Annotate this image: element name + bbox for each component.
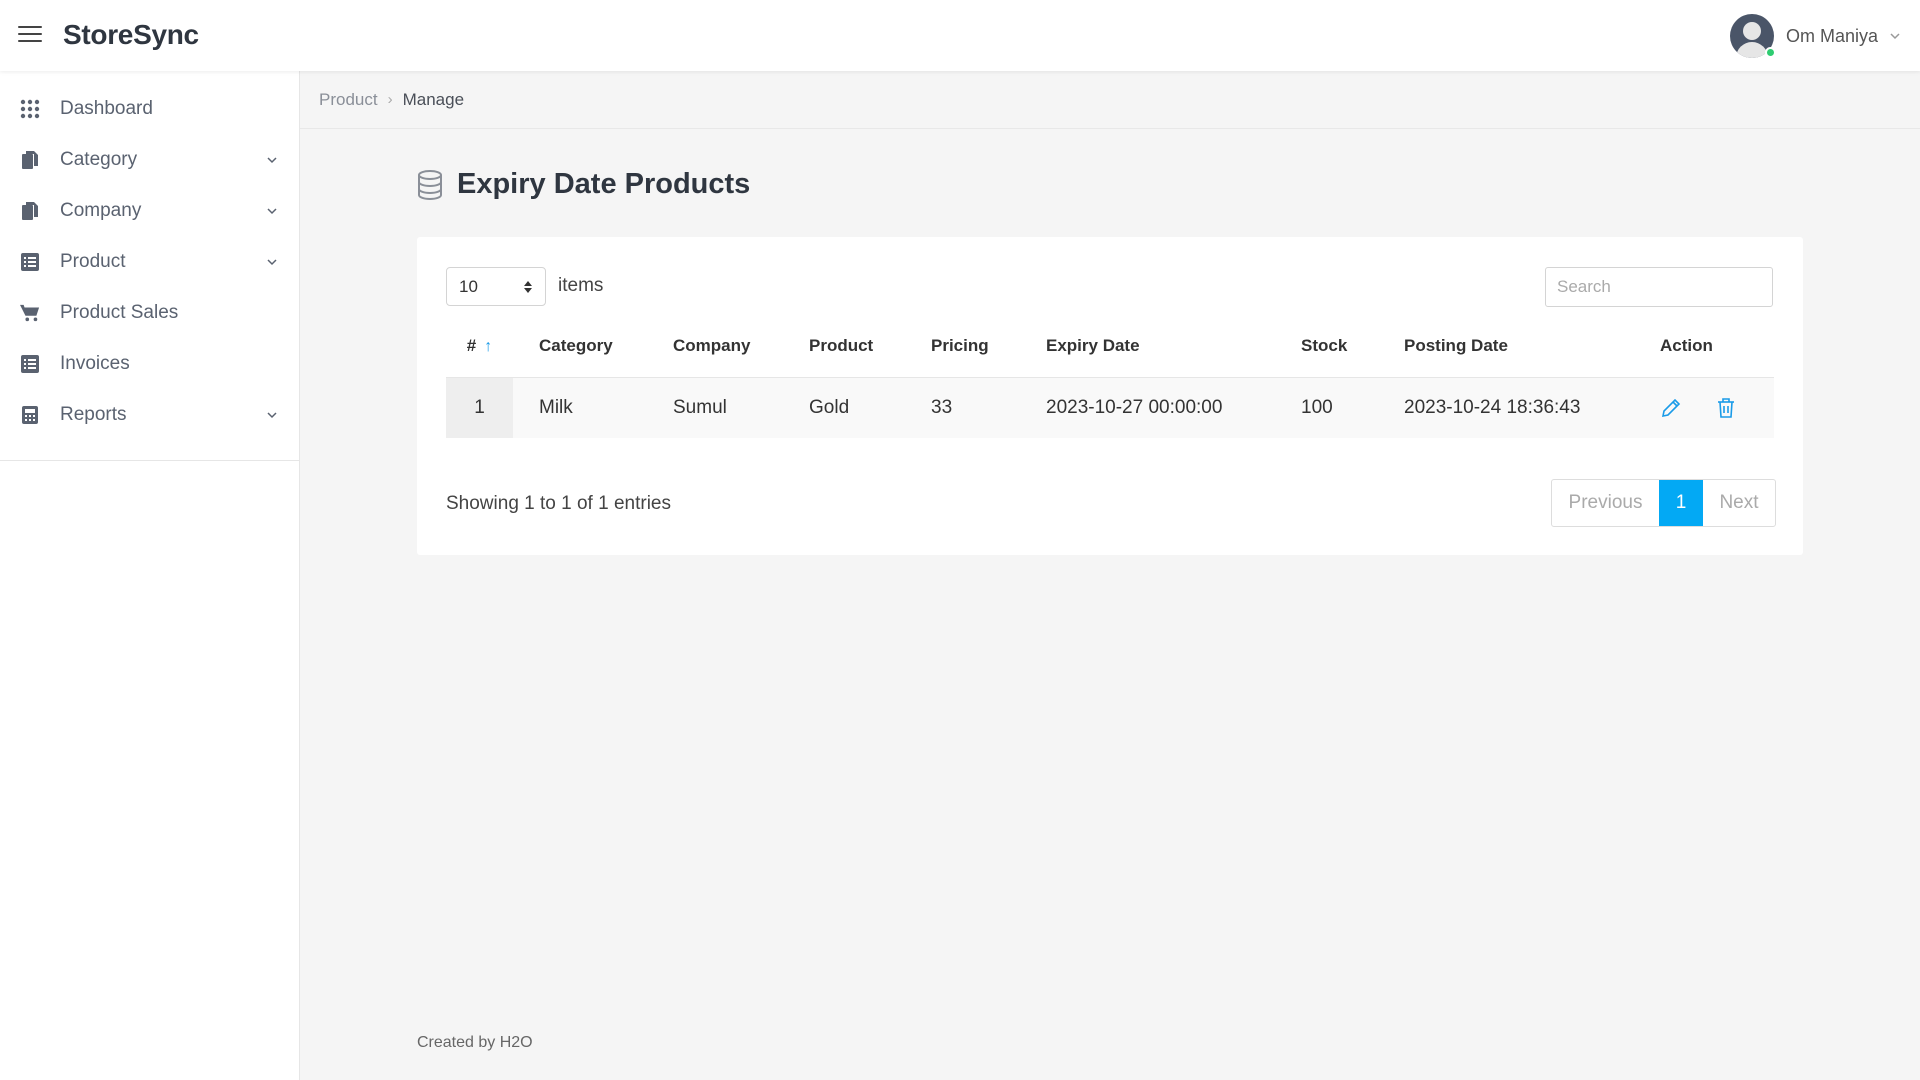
sidebar-item-product-sales[interactable]: Product Sales xyxy=(0,287,299,338)
sidebar-nav: Dashboard Category Company Product Produ… xyxy=(0,71,299,461)
sidebar-item-label: Reports xyxy=(60,403,127,425)
trash-icon xyxy=(1718,397,1734,418)
sidebar-item-label: Company xyxy=(60,199,142,221)
footer: Created by H2O xyxy=(417,1034,533,1052)
next-page-button[interactable]: Next xyxy=(1703,480,1775,526)
sidebar-item-invoices[interactable]: Invoices xyxy=(0,338,299,389)
sort-ascending-icon: ↑ xyxy=(484,338,493,356)
sidebar-item-label: Category xyxy=(60,148,138,170)
cell-product: Gold xyxy=(809,396,850,418)
sidebar-item-label: Product xyxy=(60,250,126,272)
pagination: Previous 1 Next xyxy=(1551,479,1776,527)
items-label: items xyxy=(558,275,604,296)
chevron-down-icon xyxy=(267,207,277,214)
column-header-num[interactable]: # ↑ xyxy=(446,316,513,378)
pencil-icon xyxy=(1661,398,1681,417)
sidebar-item-label: Invoices xyxy=(60,352,130,374)
table-header-row: # ↑ Category Company Product Pricing Expi… xyxy=(446,316,1774,378)
edit-button[interactable] xyxy=(1660,397,1682,419)
breadcrumb-separator-icon: › xyxy=(387,91,393,108)
list-icon xyxy=(20,252,40,272)
column-header-stock[interactable]: Stock xyxy=(1275,316,1378,378)
column-header-product[interactable]: Product xyxy=(783,316,905,378)
cell-category: Milk xyxy=(539,396,573,418)
breadcrumb-product-link[interactable]: Product xyxy=(319,90,378,110)
chevron-down-icon xyxy=(1890,33,1900,40)
page-1-button[interactable]: 1 xyxy=(1659,480,1703,526)
footer-author-link[interactable]: H2O xyxy=(500,1034,533,1051)
top-header: StoreSync Om Maniya xyxy=(0,0,1920,71)
sidebar-item-dashboard[interactable]: Dashboard xyxy=(0,83,299,134)
page-length-value: 10 xyxy=(459,276,478,296)
breadcrumb: Product › Manage xyxy=(300,71,1920,129)
avatar[interactable] xyxy=(1729,14,1776,58)
page-length-select[interactable]: 10 xyxy=(446,267,546,306)
cell-expiry-date: 2023-10-27 00:00:00 xyxy=(1046,396,1223,418)
column-header-category[interactable]: Category xyxy=(513,316,647,378)
cell-posting-date: 2023-10-24 18:36:43 xyxy=(1404,396,1581,418)
delete-button[interactable] xyxy=(1716,397,1736,419)
database-icon xyxy=(418,169,442,200)
column-header-action[interactable]: Action xyxy=(1634,316,1774,378)
sidebar-item-product[interactable]: Product xyxy=(0,236,299,287)
search-input[interactable] xyxy=(1545,267,1773,307)
column-header-posting-date[interactable]: Posting Date xyxy=(1378,316,1634,378)
files-icon xyxy=(20,150,40,170)
files-icon xyxy=(20,201,40,221)
products-table: # ↑ Category Company Product Pricing Expi… xyxy=(446,316,1774,438)
user-menu[interactable]: Om Maniya xyxy=(1729,14,1902,58)
cell-num: 1 xyxy=(446,377,513,438)
products-card: 10 items #↑ Category Company Product Pri… xyxy=(417,237,1803,555)
hamburger-menu-icon[interactable] xyxy=(18,26,42,46)
sidebar-item-reports[interactable]: Reports xyxy=(0,389,299,440)
sort-arrows-icon xyxy=(524,281,532,293)
app-brand[interactable]: StoreSync xyxy=(63,19,199,51)
table-row: 1 Milk Sumul Gold 33 2023-10-27 00:00:00… xyxy=(446,377,1774,438)
chevron-down-icon xyxy=(267,258,277,265)
user-name: Om Maniya xyxy=(1785,25,1878,46)
column-header-company[interactable]: Company xyxy=(647,316,783,378)
page-title: Expiry Date Products xyxy=(457,168,751,200)
sidebar-item-category[interactable]: Category xyxy=(0,134,299,185)
chevron-down-icon xyxy=(267,411,277,418)
cart-icon xyxy=(20,303,40,323)
sidebar-item-company[interactable]: Company xyxy=(0,185,299,236)
cell-stock: 100 xyxy=(1301,396,1333,418)
cell-company: Sumul xyxy=(673,396,727,418)
calculator-icon xyxy=(20,405,40,425)
footer-text: Created by xyxy=(417,1034,500,1051)
previous-page-button[interactable]: Previous xyxy=(1552,480,1659,526)
table-info: Showing 1 to 1 of 1 entries xyxy=(446,493,671,514)
list-icon xyxy=(20,354,40,374)
column-header-pricing[interactable]: Pricing xyxy=(905,316,1020,378)
cell-pricing: 33 xyxy=(931,396,953,418)
sidebar-item-label: Product Sales xyxy=(60,301,179,323)
page-header: Expiry Date Products xyxy=(417,168,750,201)
column-header-expiry-date[interactable]: Expiry Date xyxy=(1020,316,1275,378)
sidebar-item-label: Dashboard xyxy=(60,97,153,119)
chevron-down-icon xyxy=(267,156,277,163)
breadcrumb-current: Manage xyxy=(402,89,465,109)
grid-icon xyxy=(20,99,40,119)
sidebar: Dashboard Category Company Product Produ… xyxy=(0,71,300,1080)
cell-action xyxy=(1634,377,1774,438)
online-status-dot xyxy=(1764,47,1776,58)
